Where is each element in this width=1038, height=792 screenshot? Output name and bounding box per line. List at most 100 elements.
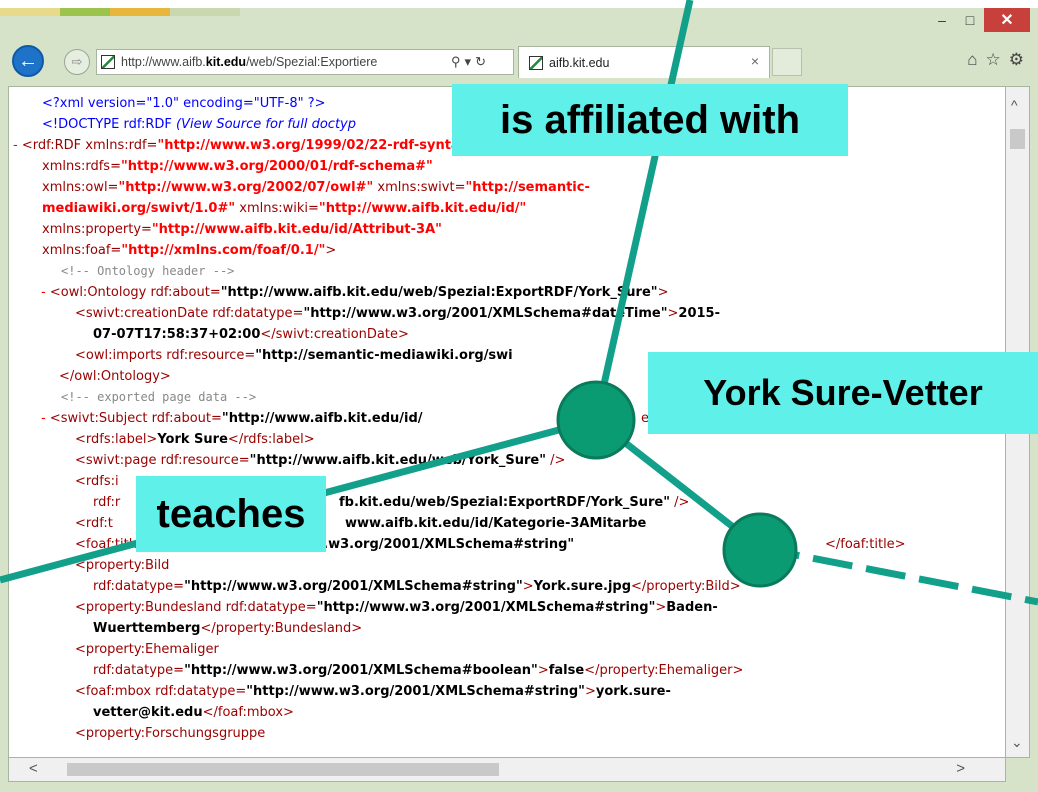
horizontal-scroll-thumb[interactable]: [67, 763, 499, 776]
xml-text: 2015-: [678, 306, 720, 321]
xml-line: xmlns:property="http://www.aifb.kit.edu/…: [9, 219, 999, 240]
xml-text: 07-07T17:58:37+02:00: [93, 327, 261, 342]
xml-tag: >: [655, 600, 667, 615]
scroll-up-icon[interactable]: ^: [1011, 97, 1018, 113]
xml-value: "http://www.w3.org/2001/XMLSchema#string…: [246, 684, 585, 699]
scroll-down-icon[interactable]: ⌄: [1011, 734, 1023, 751]
xml-tag: </foaf:title>: [825, 537, 906, 552]
xml-tag: <owl:Ontology rdf:about=: [49, 285, 221, 300]
xml-tag: >: [325, 243, 337, 258]
favorites-star-icon[interactable]: ☆: [986, 50, 1001, 70]
xml-line: mediawiki.org/swivt/1.0#" xmlns:wiki="ht…: [9, 198, 999, 219]
xml-value: "http://www.w3.org/2001/XMLSchema#string…: [316, 600, 656, 615]
refresh-icon[interactable]: ↻: [475, 54, 486, 70]
xml-attr: xmlns:owl=: [42, 180, 119, 195]
scroll-left-icon[interactable]: <: [29, 760, 38, 777]
xml-tag: </property:Ehemaliger>: [584, 663, 744, 678]
xml-line: <!-- Ontology header -->: [9, 261, 999, 282]
xml-tag: />: [669, 495, 690, 510]
xml-tag: <property:Bild: [75, 558, 170, 573]
affiliated-label: is affiliated with: [452, 84, 848, 156]
collapse-toggle[interactable]: -: [13, 138, 18, 153]
xml-line: <property:Ehemaliger: [9, 639, 999, 660]
person-label: York Sure-Vetter: [648, 352, 1038, 434]
xml-tag: <rdfs:label>: [75, 432, 158, 447]
url-suffix: /web/Spezial:Exportiere: [246, 55, 378, 69]
back-button[interactable]: ←: [12, 45, 44, 77]
xml-tag: >: [657, 285, 669, 300]
xml-value: "http://www.aifb.kit.edu/id/": [318, 201, 527, 216]
address-bar[interactable]: http://www.aifb.kit.edu/web/Spezial:Expo…: [96, 49, 514, 75]
xml-line: <swivt:creationDate rdf:datatype="http:/…: [9, 303, 999, 324]
xml-tag: <rdf:t: [75, 516, 113, 531]
xml-line: <property:Forschungsgruppe: [9, 723, 999, 744]
xml-value: "http://www.w3.org/2002/07/owl#": [118, 180, 374, 195]
xml-tag: </foaf:mbox>: [202, 705, 294, 720]
xml-value: "http://xmlns.com/foaf/0.1/": [121, 243, 326, 258]
xml-attr: xmlns:swivt=: [373, 180, 466, 195]
url-domain: kit.edu: [205, 55, 247, 69]
xml-value: "http://www.aifb.kit.edu/id/Attribut-3A": [151, 222, 442, 237]
url-prefix: http://www.aifb.: [121, 55, 206, 69]
scroll-right-icon[interactable]: >: [956, 760, 965, 777]
xml-attr: xmlns:foaf=: [42, 243, 122, 258]
xml-tag: </owl:Ontology>: [59, 369, 171, 384]
forward-button[interactable]: ⇨: [64, 49, 90, 75]
xml-text: york.sure-: [595, 684, 671, 699]
xml-value: "http://www.aifb.kit.edu/id/: [221, 411, 423, 426]
xml-text: false: [548, 663, 585, 678]
xml-line: <property:Bundesland rdf:datatype="http:…: [9, 597, 999, 618]
xml-tag: >: [537, 663, 549, 678]
xml-text: York Sure: [157, 432, 228, 447]
xml-value: "http://semantic-: [465, 180, 590, 195]
close-button[interactable]: ✕: [984, 8, 1030, 32]
new-tab-button[interactable]: [772, 48, 802, 76]
xml-text: Baden-: [666, 600, 718, 615]
xml-line: <swivt:page rdf:resource="http://www.aif…: [9, 450, 999, 471]
search-icon[interactable]: ⚲: [451, 54, 461, 70]
xml-text: York.sure.jpg: [533, 579, 632, 594]
xml-value: "http://semantic-mediawiki.org/swi: [255, 348, 513, 363]
xml-tag: />: [545, 453, 566, 468]
toolbar-right-icons: ⌂ ☆ ⚙: [967, 50, 1024, 70]
xml-value: "http://www.aifb.kit.edu/web/Spezial:Exp…: [220, 285, 658, 300]
xml-value: "http://www.w3.org/2001/XMLSchema#boolea…: [184, 663, 538, 678]
logo-strip: [0, 8, 240, 16]
xml-line: 07-07T17:58:37+02:00</swivt:creationDate…: [9, 324, 999, 345]
collapse-toggle[interactable]: -: [41, 285, 46, 300]
xml-value: www.aifb.kit.edu/id/Kategorie-3AMitarbe: [345, 516, 647, 531]
dropdown-icon[interactable]: ▾: [465, 54, 472, 70]
xml-tag: </property:Bild>: [631, 579, 741, 594]
xml-value: "http://www.aifb.kit.edu/web/York_Sure": [249, 453, 546, 468]
xml-line: <foaf:mbox rdf:datatype="http://www.w3.o…: [9, 681, 999, 702]
xml-tag: >: [667, 306, 679, 321]
xml-tag: <property:Ehemaliger: [75, 642, 219, 657]
xml-line: xmlns:foaf="http://xmlns.com/foaf/0.1/">: [9, 240, 999, 261]
teaches-label: teaches: [136, 476, 326, 552]
vertical-scroll-thumb[interactable]: [1010, 129, 1025, 149]
xml-value: "http://www.w3.org/2001/XMLSchema#string…: [184, 579, 523, 594]
xml-tag: </rdfs:label>: [227, 432, 315, 447]
xml-line: xmlns:rdfs="http://www.w3.org/2000/01/rd…: [9, 156, 999, 177]
horizontal-scrollbar[interactable]: < >: [8, 758, 1006, 782]
minimize-button[interactable]: –: [928, 8, 956, 32]
tab-close-icon[interactable]: ×: [751, 53, 759, 69]
xml-attr: rdf:datatype=: [93, 663, 185, 678]
collapse-toggle[interactable]: -: [41, 411, 46, 426]
xml-line: xmlns:owl="http://www.w3.org/2002/07/owl…: [9, 177, 999, 198]
tab-aifb[interactable]: aifb.kit.edu ×: [518, 46, 770, 78]
maximize-button[interactable]: □: [956, 8, 984, 32]
home-icon[interactable]: ⌂: [967, 50, 977, 70]
xml-comment: <!-- exported page data -->: [61, 390, 257, 404]
site-favicon-icon: [101, 55, 115, 69]
xml-tag: <rdf:RDF xmlns:rdf=: [21, 138, 158, 153]
xml-attr: rdf:datatype=: [93, 579, 185, 594]
settings-gear-icon[interactable]: ⚙: [1009, 50, 1024, 70]
xml-line: Wuerttemberg</property:Bundesland>: [9, 618, 999, 639]
xml-declaration: <?xml version="1.0" encoding="UTF-8" ?>: [42, 96, 326, 111]
doctype: <!DOCTYPE rdf:RDF: [42, 117, 172, 132]
window-controls: – □ ✕: [928, 8, 1030, 32]
tab-title: aifb.kit.edu: [549, 55, 610, 70]
xml-tag: <swivt:page rdf:resource=: [75, 453, 250, 468]
url-text[interactable]: http://www.aifb.kit.edu/web/Spezial:Expo…: [121, 55, 447, 69]
